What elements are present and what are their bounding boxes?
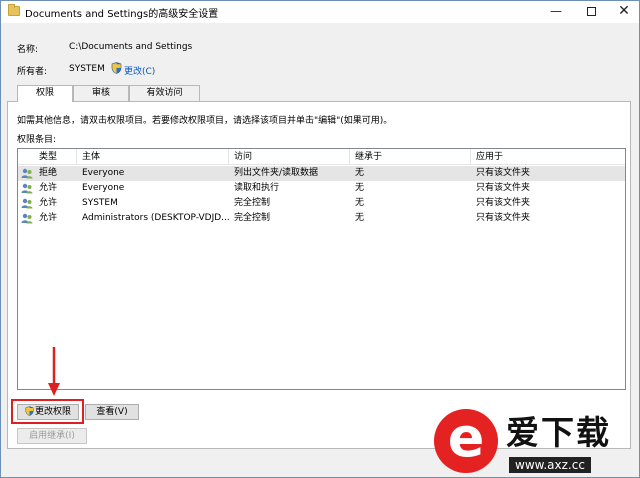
column-header-access[interactable]: 访问 — [229, 149, 350, 165]
title-bar[interactable]: Documents and Settings的高级安全设置 — ✕ — [1, 1, 639, 23]
info-text: 如需其他信息，请双击权限项目。若要修改权限项目，请选择该项目并单击"编辑"(如果… — [17, 116, 393, 126]
close-button[interactable]: ✕ — [607, 1, 640, 23]
users-icon — [21, 168, 33, 179]
tab-permissions[interactable]: 权限 — [17, 85, 73, 102]
change-owner-link[interactable]: 更改(C) — [124, 64, 155, 77]
column-header-principal[interactable]: 主体 — [77, 149, 229, 165]
cell-type: 拒绝 — [39, 168, 58, 178]
list-header: 类型 主体 访问 继承于 应用于 — [18, 149, 625, 165]
table-row[interactable]: 拒绝 Everyone 列出文件夹/读取数据 无 只有该文件夹 — [18, 166, 625, 181]
cell-type: 允许 — [39, 213, 58, 223]
cell-access: 读取和执行 — [234, 183, 280, 193]
security-settings-window: Documents and Settings的高级安全设置 — ✕ 名称: C:… — [0, 0, 640, 478]
users-icon — [21, 213, 33, 224]
uac-shield-icon — [25, 406, 34, 416]
table-row[interactable]: 允许 Administrators (DESKTOP-VDJD... 完全控制 … — [18, 211, 625, 226]
name-value: C:\Documents and Settings — [69, 42, 193, 52]
owner-value: SYSTEM — [69, 64, 105, 74]
column-header-inherited-from[interactable]: 继承于 — [350, 149, 471, 165]
cell-applies-to: 只有该文件夹 — [476, 213, 531, 223]
watermark-title: 爱下载 — [506, 413, 611, 452]
cell-principal: Everyone — [82, 168, 125, 178]
cell-inherited-from: 无 — [355, 183, 365, 193]
folder-icon — [8, 4, 20, 16]
name-label: 名称: — [17, 45, 39, 55]
permission-entries-label: 权限条目: — [17, 135, 57, 145]
column-header-applies-to[interactable]: 应用于 — [471, 149, 625, 165]
cell-applies-to: 只有该文件夹 — [476, 198, 531, 208]
arrow-down-icon — [48, 347, 60, 396]
cell-inherited-from: 无 — [355, 198, 365, 208]
change-permissions-button[interactable]: 更改权限 — [17, 404, 79, 420]
cell-principal: SYSTEM — [82, 198, 118, 208]
watermark-url: www.axz.cc — [509, 457, 591, 473]
cell-access: 完全控制 — [234, 213, 271, 223]
cell-inherited-from: 无 — [355, 213, 365, 223]
view-button[interactable]: 查看(V) — [85, 404, 139, 420]
cell-principal: Administrators (DESKTOP-VDJD... — [82, 213, 229, 223]
minimize-button[interactable]: — — [539, 1, 573, 23]
cell-type: 允许 — [39, 183, 58, 193]
cell-principal: Everyone — [82, 183, 125, 193]
users-icon — [21, 183, 33, 194]
table-row[interactable]: 允许 SYSTEM 完全控制 无 只有该文件夹 — [18, 196, 625, 211]
cell-type: 允许 — [39, 198, 58, 208]
cell-applies-to: 只有该文件夹 — [476, 168, 531, 178]
table-row[interactable]: 允许 Everyone 读取和执行 无 只有该文件夹 — [18, 181, 625, 196]
enable-inheritance-button[interactable]: 启用继承(I) — [17, 428, 87, 444]
cell-access: 完全控制 — [234, 198, 271, 208]
watermark-logo-glyph: e — [447, 406, 485, 469]
cell-inherited-from: 无 — [355, 168, 365, 178]
users-icon — [21, 198, 33, 209]
owner-label: 所有者: — [17, 67, 48, 77]
window-title: Documents and Settings的高级安全设置 — [25, 9, 219, 20]
cell-applies-to: 只有该文件夹 — [476, 183, 531, 193]
column-header-type[interactable]: 类型 — [34, 149, 77, 165]
uac-shield-icon — [111, 62, 122, 74]
change-permissions-label: 更改权限 — [34, 407, 71, 417]
tab-effective-access[interactable]: 有效访问 — [129, 85, 200, 101]
tab-auditing[interactable]: 审核 — [73, 85, 129, 101]
maximize-button[interactable] — [574, 1, 608, 23]
permission-entries-list[interactable]: 类型 主体 访问 继承于 应用于 拒绝 Everyone 列出文件夹/读取数据 … — [17, 148, 626, 390]
maximize-icon — [586, 7, 596, 16]
cell-access: 列出文件夹/读取数据 — [234, 168, 319, 178]
